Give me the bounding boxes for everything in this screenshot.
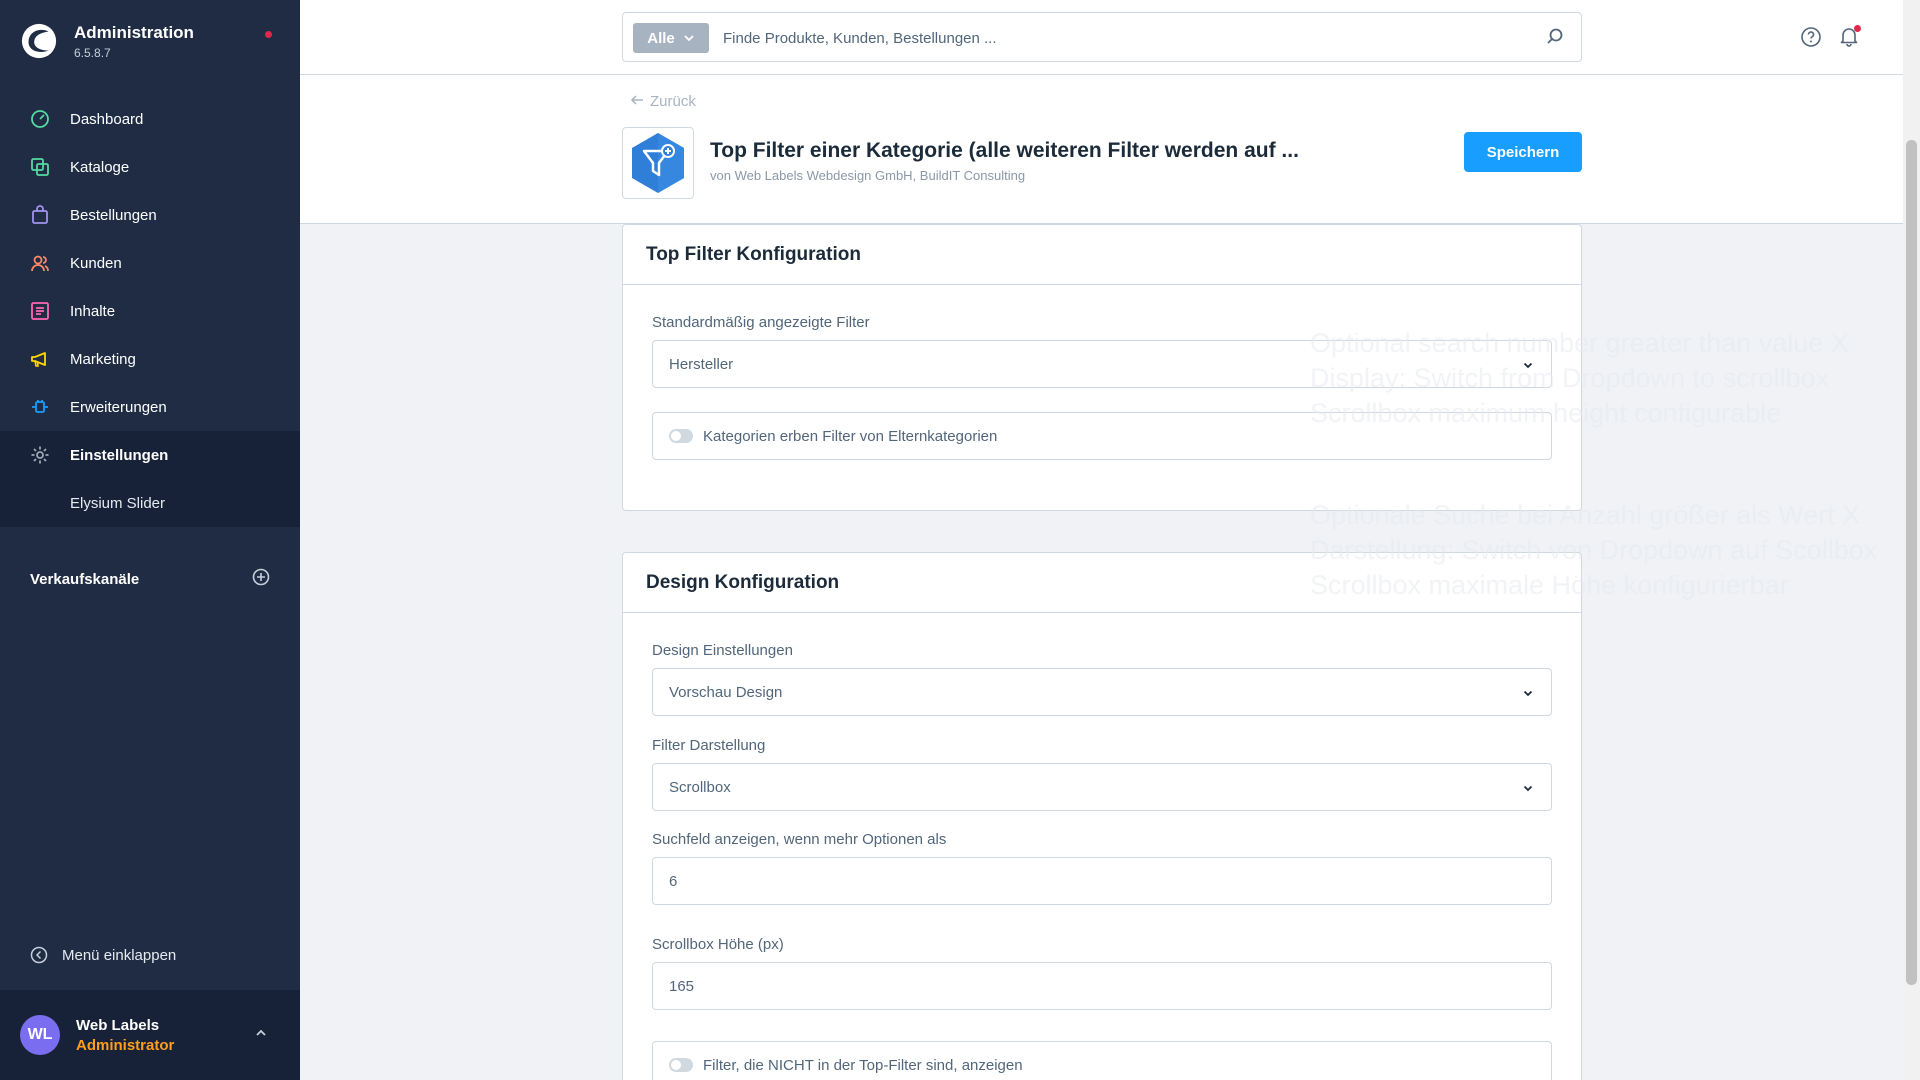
global-search: Alle [622,12,1582,62]
plugin-icon [622,127,694,199]
chevron-down-icon [1521,686,1535,700]
overlay-line: Display: Switch from Dropdown to scrollb… [1310,363,1830,393]
search-type-label: Alle [647,29,675,47]
nav-label: Erweiterungen [70,398,167,416]
show-other-filters-switch[interactable]: Filter, die NICHT in der Top-Filter sind… [652,1041,1552,1080]
user-menu[interactable]: WL Web Labels Administrator [0,990,300,1080]
filter-plugin-icon [632,133,684,193]
page-title: Top Filter einer Kategorie (alle weitere… [710,139,1299,162]
switch-label: Kategorien erben Filter von Elternkatego… [703,427,998,445]
nav-item-orders[interactable]: Bestellungen [0,191,300,239]
nav-subitem-elysium-slider[interactable]: Elysium Slider [0,479,300,527]
select-value: Vorschau Design [669,684,783,701]
chevron-down-icon [1521,781,1535,795]
design-settings-select[interactable]: Vorschau Design [652,668,1552,716]
gear-icon [28,443,52,467]
sidebar: Administration 6.5.8.7 Dashboard Katalog… [0,0,300,1080]
nav-item-dashboard[interactable]: Dashboard [0,95,300,143]
chevron-down-icon [683,32,695,44]
nav-label: Inhalte [70,302,116,320]
plugin-author: von Web Labels Webdesign GmbH, BuildIT C… [710,168,1026,183]
chevron-up-icon [254,1026,268,1045]
nav-item-customers[interactable]: Kunden [0,239,300,287]
content-icon [28,299,52,323]
dashboard-icon [28,107,52,131]
avatar: WL [20,1015,60,1055]
sales-channels-label: Verkaufskanäle [30,571,140,588]
overlay-line: Scrollbox maximum height configurable [1310,398,1782,428]
catalog-icon [28,155,52,179]
scrollbox-height-input[interactable]: 165 [652,962,1552,1010]
overlay-line: Optional search number greater than valu… [1310,328,1849,358]
design-config-card: Design Konfiguration Design Einstellunge… [622,552,1582,1080]
overlay-text-de: Optionale Suche bei Anzahl größer als We… [1310,498,1877,603]
top-bar: Alle [300,0,1903,75]
megaphone-icon [28,347,52,371]
user-name: Web Labels [76,1017,160,1034]
shopware-logo-icon [21,23,57,59]
notification-dot [265,31,272,38]
design-settings-label: Design Einstellungen [652,642,793,659]
scrollbox-height-label: Scrollbox Höhe (px) [652,936,784,953]
input-value: 6 [669,873,678,890]
chevron-left-circle-icon [30,946,48,964]
back-link[interactable]: Zurück [630,93,696,110]
nav-item-catalogs[interactable]: Kataloge [0,143,300,191]
default-filters-label: Standardmäßig angezeigte Filter [652,314,870,331]
nav-item-marketing[interactable]: Marketing [0,335,300,383]
nav-label: Kataloge [70,158,130,176]
main-navigation: Dashboard Kataloge Bestellungen Kunden I… [0,95,300,527]
users-icon [28,251,52,275]
nav-label: Einstellungen [70,446,169,464]
nav-label: Dashboard [70,110,144,128]
overlay-line: Darstellung: Switch von Dropdown auf Sco… [1310,535,1878,565]
search-type-dropdown[interactable]: Alle [633,23,709,53]
brand-title: Administration [74,22,194,42]
nav-item-extensions[interactable]: Erweiterungen [0,383,300,431]
overlay-line: Optionale Suche bei Anzahl größer als We… [1310,500,1861,530]
brand[interactable]: Administration 6.5.8.7 [20,22,194,60]
collapse-menu-button[interactable]: Menü einklappen [30,946,176,964]
search-threshold-label: Suchfeld anzeigen, wenn mehr Optionen al… [652,831,947,848]
nav-label: Marketing [70,350,136,368]
filter-display-select[interactable]: Scrollbox [652,763,1552,811]
select-value: Hersteller [669,356,734,373]
input-value: 165 [669,978,695,995]
shopping-bag-icon [28,203,52,227]
toggle-switch[interactable] [669,1058,693,1072]
search-input[interactable] [723,25,1523,51]
brand-version: 6.5.8.7 [74,45,111,60]
nav-item-settings[interactable]: Einstellungen [0,431,300,479]
scrollbar-thumb[interactable] [1906,140,1917,985]
select-value: Scrollbox [669,779,731,796]
user-role: Administrator [76,1037,175,1054]
back-label: Zurück [650,93,696,110]
search-threshold-input[interactable]: 6 [652,857,1552,905]
help-icon[interactable] [1800,26,1822,53]
collapse-menu-label: Menü einklappen [62,946,177,964]
filter-display-label: Filter Darstellung [652,737,766,754]
nav-item-content[interactable]: Inhalte [0,287,300,335]
save-button[interactable]: Speichern [1464,132,1582,172]
toggle-switch[interactable] [669,429,693,443]
arrow-left-icon [630,93,644,110]
search-icon[interactable] [1545,27,1565,52]
add-sales-channel-icon[interactable] [252,568,270,591]
overlay-line: Scrollbox maximale Höhe konfigurierbar [1310,570,1789,600]
page-scrollbar[interactable] [1903,0,1920,1080]
overlay-text-en: Optional search number greater than valu… [1310,326,1849,431]
notification-dot [1854,25,1861,32]
plug-icon [28,395,52,419]
card-title: Top Filter Konfiguration [623,225,1581,285]
nav-label: Kunden [70,254,122,272]
nav-label: Bestellungen [70,206,157,224]
switch-label: Filter, die NICHT in der Top-Filter sind… [703,1056,1023,1074]
sales-channels-header: Verkaufskanäle [30,568,270,591]
smart-bar: Zurück Top Filter einer Kategorie (alle … [300,75,1903,224]
